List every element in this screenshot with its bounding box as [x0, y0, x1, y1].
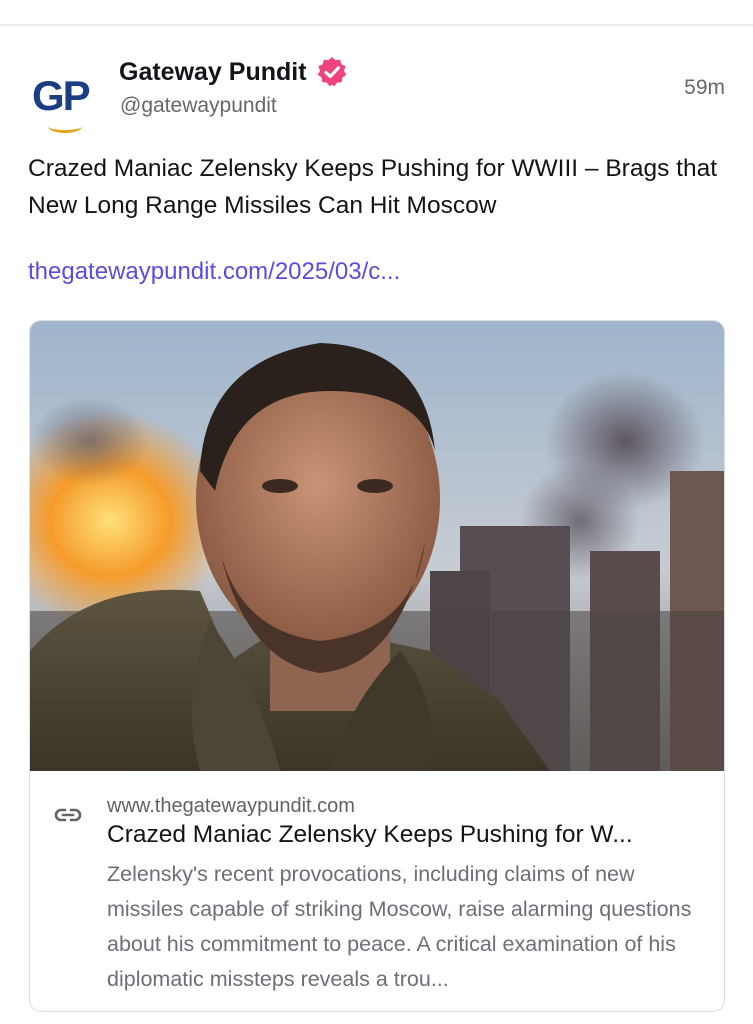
card-description: Zelensky's recent provocations, includin… [107, 862, 692, 991]
author-row: Gateway Pundit [119, 56, 349, 88]
card-domain: www.thegatewaypundit.com [107, 795, 355, 817]
card-title[interactable]: Crazed Maniac Zelensky Keeps Pushing for… [107, 821, 707, 849]
link-preview-card[interactable]: www.thegatewaypundit.com Crazed Maniac Z… [29, 320, 725, 1012]
card-meta: www.thegatewaypundit.com Crazed Maniac Z… [30, 771, 724, 1011]
avatar[interactable]: GP [28, 66, 98, 136]
post[interactable]: GP Gateway Pundit @gatewaypundit 59m Cra… [0, 26, 753, 1024]
verified-badge-icon [317, 57, 346, 87]
link-icon [54, 808, 82, 822]
logo-swoosh [48, 120, 82, 133]
post-link[interactable]: thegatewaypundit.com/2025/03/c... [28, 258, 400, 286]
article-photo[interactable] [30, 321, 724, 771]
author-handle[interactable]: @gatewaypundit [120, 94, 277, 118]
post-timestamp[interactable]: 59m [684, 76, 725, 100]
author-display-name[interactable]: Gateway Pundit [119, 58, 307, 87]
avatar-logo-text: GP [32, 72, 91, 119]
post-text: Crazed Maniac Zelensky Keeps Pushing for… [28, 155, 718, 219]
